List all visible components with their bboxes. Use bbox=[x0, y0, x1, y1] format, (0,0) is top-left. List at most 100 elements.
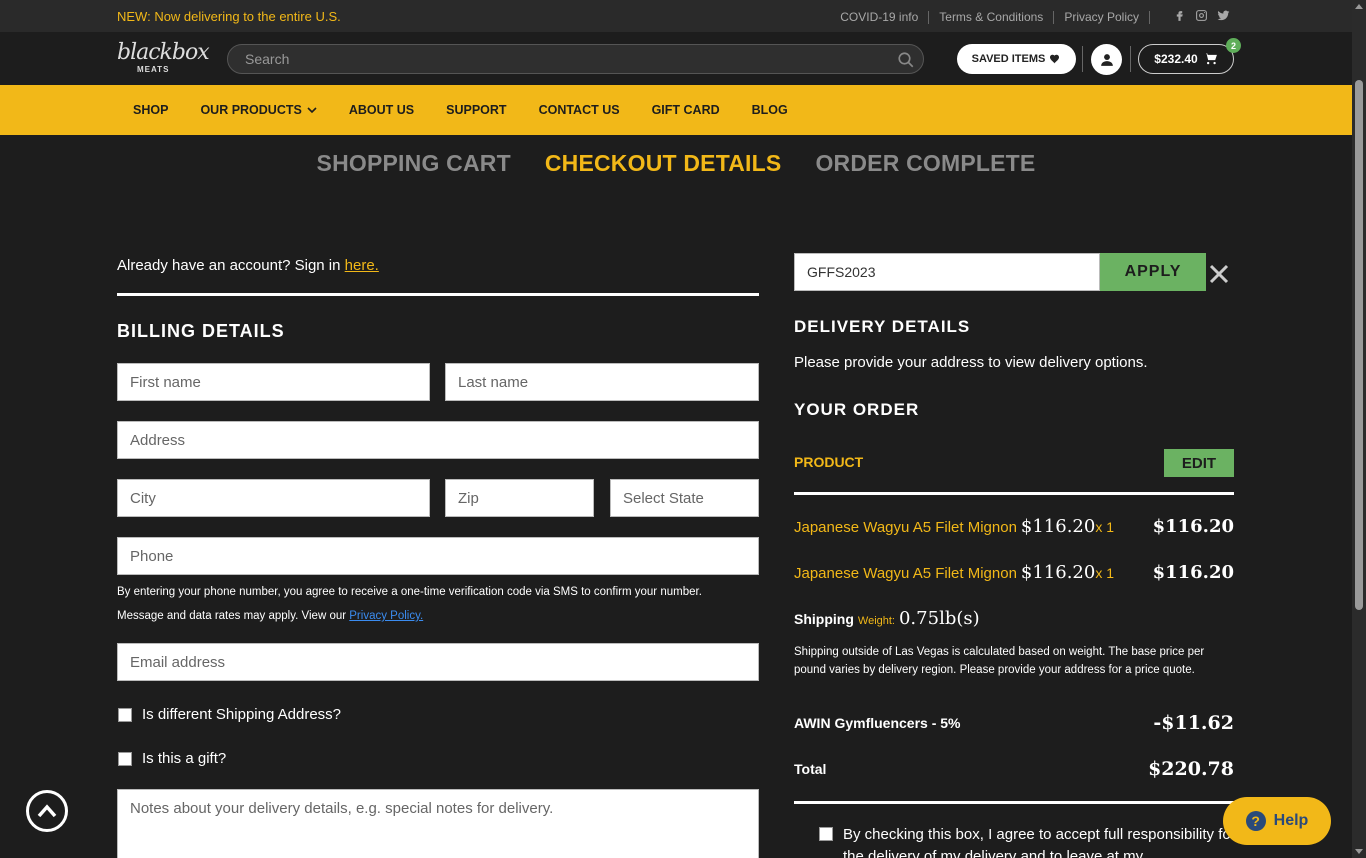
checkout-steps: SHOPPING CART CHECKOUT DETAILS ORDER COM… bbox=[0, 150, 1352, 177]
signin-text: Already have an account? Sign in bbox=[117, 257, 345, 274]
city-field bbox=[117, 479, 430, 517]
scrollbar-thumb[interactable] bbox=[1355, 80, 1363, 610]
cart-button[interactable]: $232.40 2 bbox=[1138, 38, 1241, 74]
first-name-input[interactable] bbox=[118, 364, 429, 400]
cart-count-badge: 2 bbox=[1226, 38, 1241, 53]
privacy-policy-link[interactable]: Privacy Policy. bbox=[349, 610, 423, 622]
search-bar bbox=[227, 44, 924, 74]
search-icon[interactable] bbox=[897, 51, 915, 69]
cart-icon bbox=[1203, 53, 1217, 65]
search-input[interactable] bbox=[245, 51, 885, 67]
social-links bbox=[1173, 9, 1230, 22]
zip-field bbox=[445, 479, 594, 517]
address-field bbox=[117, 421, 759, 459]
email-input[interactable] bbox=[118, 644, 758, 680]
delivery-notes-textarea[interactable] bbox=[118, 790, 758, 858]
address-input[interactable] bbox=[118, 422, 758, 458]
help-label: Help bbox=[1273, 812, 1309, 829]
different-shipping-option[interactable]: Is different Shipping Address? bbox=[118, 706, 341, 723]
cart-total: $232.40 bbox=[1154, 52, 1198, 66]
scroll-up-arrow[interactable] bbox=[1355, 4, 1363, 9]
header-divider bbox=[1082, 46, 1083, 72]
weight-label: Weight: bbox=[857, 615, 895, 627]
heart-icon bbox=[1050, 54, 1060, 64]
different-shipping-label: Is different Shipping Address? bbox=[142, 706, 342, 723]
item-price: $116.20 bbox=[1020, 562, 1096, 583]
nav-about-us[interactable]: ABOUT US bbox=[333, 103, 430, 117]
total-value: $220.78 bbox=[1148, 758, 1234, 780]
shipping-label: Shipping bbox=[794, 611, 854, 627]
close-icon bbox=[1209, 264, 1229, 284]
order-item: Japanese Wagyu A5 Filet Mignon $116.20 x… bbox=[794, 562, 1234, 583]
nav-our-products-label: OUR PRODUCTS bbox=[200, 103, 302, 117]
coupon-field bbox=[794, 253, 1100, 291]
nav-our-products[interactable]: OUR PRODUCTS bbox=[184, 103, 332, 117]
state-select bbox=[610, 479, 759, 517]
account-button[interactable] bbox=[1091, 44, 1122, 75]
nav-support[interactable]: SUPPORT bbox=[430, 103, 522, 117]
divider bbox=[794, 801, 1234, 804]
coupon-input[interactable] bbox=[795, 254, 1099, 290]
shipping-note: Shipping outside of Las Vegas is calcula… bbox=[794, 646, 1205, 676]
discount-row: AWIN Gymfluencers - 5% -$11.62 bbox=[794, 712, 1234, 734]
item-price: $116.20 bbox=[1020, 516, 1096, 537]
saved-items-label: SAVED ITEMS bbox=[971, 53, 1046, 65]
privacy-link[interactable]: Privacy Policy bbox=[1054, 11, 1150, 24]
last-name-input[interactable] bbox=[446, 364, 758, 400]
nav-blog[interactable]: BLOG bbox=[736, 103, 804, 117]
twitter-icon[interactable] bbox=[1217, 9, 1230, 22]
facebook-icon[interactable] bbox=[1173, 9, 1186, 22]
responsibility-agreement[interactable]: By checking this box, I agree to accept … bbox=[819, 824, 1239, 858]
phone-note-2: Message and data rates may apply. View o… bbox=[117, 610, 423, 622]
nav-shop[interactable]: SHOP bbox=[117, 103, 184, 117]
edit-order-button[interactable]: EDIT bbox=[1164, 449, 1234, 477]
state-select-input[interactable] bbox=[611, 480, 758, 516]
step-shopping-cart[interactable]: SHOPPING CART bbox=[317, 150, 511, 177]
scroll-down-arrow[interactable] bbox=[1355, 849, 1363, 854]
signin-prompt: Already have an account? Sign in here. bbox=[117, 257, 379, 274]
site-logo[interactable]: blackbox MEATS bbox=[117, 40, 210, 78]
different-shipping-checkbox[interactable] bbox=[118, 707, 132, 722]
divider bbox=[117, 293, 759, 296]
your-order-title: YOUR ORDER bbox=[794, 400, 920, 419]
apply-coupon-button[interactable]: APPLY bbox=[1100, 253, 1206, 291]
remove-coupon-button[interactable] bbox=[1208, 263, 1230, 285]
user-icon bbox=[1100, 53, 1113, 66]
logo-subtitle: MEATS bbox=[137, 65, 170, 74]
total-row: Total $220.78 bbox=[794, 758, 1234, 780]
covid-info-link[interactable]: COVID-19 info bbox=[830, 11, 930, 24]
delivery-details-title: DELIVERY DETAILS bbox=[794, 317, 971, 336]
agreement-text: By checking this box, I agree to accept … bbox=[843, 826, 1236, 858]
delivery-text: Please provide your address to view deli… bbox=[794, 354, 1148, 371]
nav-gift-card[interactable]: GIFT CARD bbox=[636, 103, 736, 117]
item-name[interactable]: Japanese Wagyu A5 Filet Mignon bbox=[794, 565, 1017, 582]
gift-option[interactable]: Is this a gift? bbox=[118, 750, 226, 767]
agreement-checkbox[interactable] bbox=[819, 827, 833, 841]
top-links: COVID-19 info Terms & Conditions Privacy… bbox=[830, 11, 1150, 24]
zip-input[interactable] bbox=[446, 480, 593, 516]
help-button[interactable]: ? Help bbox=[1223, 797, 1331, 845]
product-header: PRODUCT bbox=[794, 454, 864, 470]
signin-link[interactable]: here. bbox=[345, 257, 379, 274]
divider bbox=[794, 492, 1234, 495]
scroll-to-top-button[interactable] bbox=[26, 790, 68, 832]
phone-input[interactable] bbox=[118, 538, 758, 574]
saved-items-button[interactable]: SAVED ITEMS bbox=[957, 44, 1076, 74]
gift-label: Is this a gift? bbox=[142, 750, 227, 767]
top-bar: NEW: Now delivering to the entire U.S. C… bbox=[0, 0, 1352, 32]
discount-label: AWIN Gymfluencers - 5% bbox=[794, 715, 961, 731]
gift-checkbox[interactable] bbox=[118, 751, 132, 766]
item-qty: x 1 bbox=[1095, 565, 1115, 581]
phone-note: By entering your phone number, you agree… bbox=[117, 586, 702, 598]
item-qty: x 1 bbox=[1095, 519, 1115, 535]
rates-note: Message and data rates may apply. View o… bbox=[117, 610, 350, 622]
instagram-icon[interactable] bbox=[1195, 9, 1208, 22]
site-header: blackbox MEATS SAVED ITEMS $232.40 2 bbox=[0, 32, 1352, 85]
city-input[interactable] bbox=[118, 480, 429, 516]
terms-link[interactable]: Terms & Conditions bbox=[929, 11, 1055, 24]
item-name[interactable]: Japanese Wagyu A5 Filet Mignon bbox=[794, 519, 1017, 536]
billing-title: BILLING DETAILS bbox=[117, 321, 285, 341]
total-label: Total bbox=[794, 761, 827, 777]
nav-contact-us[interactable]: CONTACT US bbox=[523, 103, 636, 117]
page-scrollbar[interactable] bbox=[1352, 0, 1366, 858]
